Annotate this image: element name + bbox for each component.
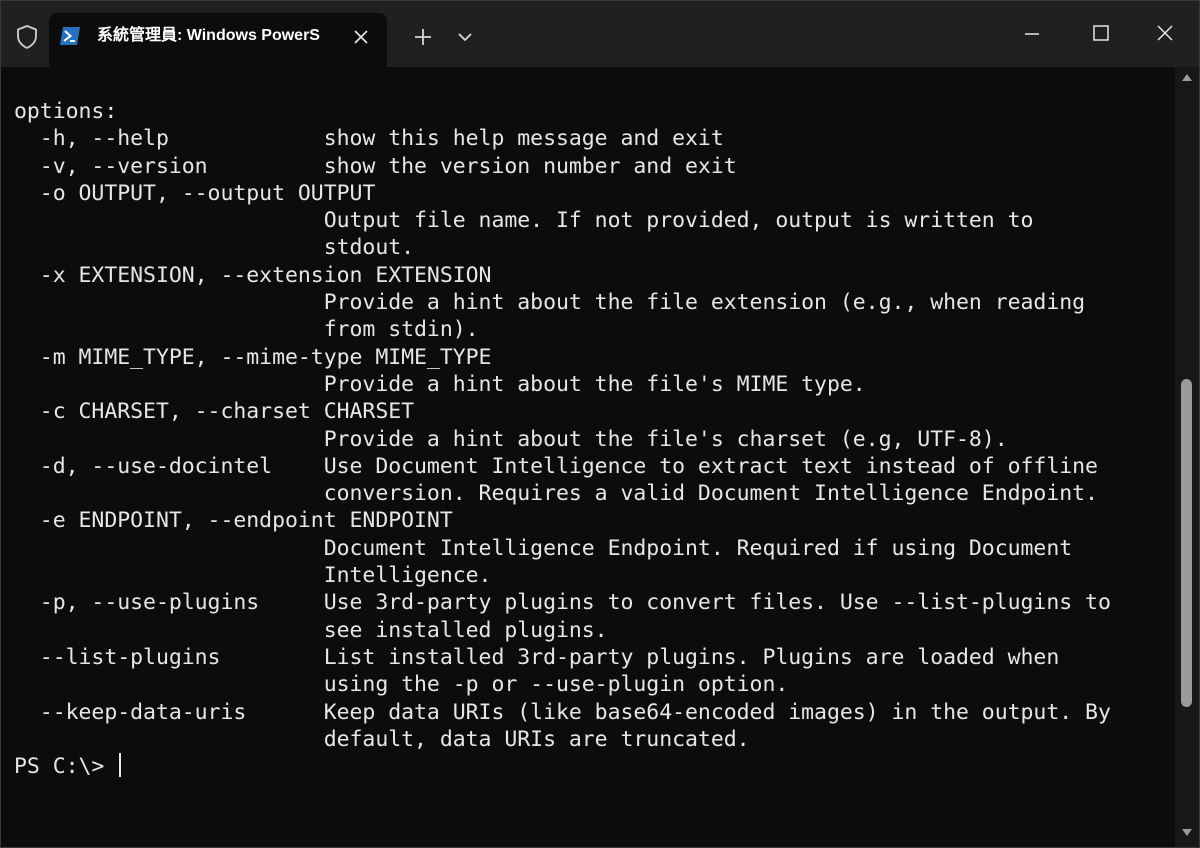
terminal-line: Provide a hint about the file's charset … <box>14 426 1008 452</box>
terminal-line: --list-plugins List installed 3rd-party … <box>14 644 1060 670</box>
terminal-line: conversion. Requires a valid Document In… <box>14 481 1098 507</box>
vertical-scrollbar[interactable] <box>1175 67 1199 847</box>
terminal-window: 系統管理員: Windows PowerS options: -h, --hel… <box>0 0 1200 848</box>
maximize-button[interactable] <box>1077 15 1125 51</box>
terminal-line: -m MIME_TYPE, --mime-type MIME_TYPE <box>14 344 492 370</box>
shield-icon <box>17 25 37 49</box>
powershell-icon <box>60 27 80 45</box>
plus-icon[interactable] <box>407 23 439 51</box>
minimize-button[interactable] <box>1007 15 1055 51</box>
terminal-line: Provide a hint about the file's MIME typ… <box>14 371 866 397</box>
scrollbar-thumb[interactable] <box>1181 379 1192 707</box>
terminal-line: see installed plugins. <box>14 617 608 643</box>
terminal-line: -c CHARSET, --charset CHARSET <box>14 399 415 425</box>
terminal-text: options: -h, --help show this help messa… <box>14 98 1111 780</box>
terminal-line: Provide a hint about the file extension … <box>14 290 1086 316</box>
terminal-line: -v, --version show the version number an… <box>14 153 737 179</box>
terminal-line: default, data URIs are truncated. <box>14 726 750 752</box>
scroll-up-arrow-icon[interactable] <box>1182 73 1192 81</box>
terminal-line: Intelligence. <box>14 563 492 589</box>
tab-powershell[interactable]: 系統管理員: Windows PowerS <box>49 13 387 67</box>
terminal-line: --keep-data-uris Keep data URIs (like ba… <box>14 699 1111 725</box>
title-bar: 系統管理員: Windows PowerS <box>1 1 1199 67</box>
terminal-output[interactable]: options: -h, --help show this help messa… <box>1 67 1173 847</box>
shell-prompt: PS C:\> <box>14 754 118 780</box>
chevron-down-icon[interactable] <box>453 25 477 49</box>
terminal-line: -p, --use-plugins Use 3rd-party plugins … <box>14 590 1111 616</box>
tab-title: 系統管理員: Windows PowerS <box>97 27 320 44</box>
terminal-line: -h, --help show this help message and ex… <box>14 126 724 152</box>
terminal-line: -e ENDPOINT, --endpoint ENDPOINT <box>14 508 453 534</box>
terminal-line: -o OUTPUT, --output OUTPUT <box>14 180 376 206</box>
terminal-line: options: <box>14 99 118 124</box>
scroll-down-arrow-icon[interactable] <box>1182 829 1192 837</box>
terminal-line: -x EXTENSION, --extension EXTENSION <box>14 262 492 288</box>
text-cursor <box>119 753 122 778</box>
terminal-line: Document Intelligence Endpoint. Required… <box>14 535 1073 561</box>
terminal-line: using the -p or --use-plugin option. <box>14 672 789 698</box>
close-window-button[interactable] <box>1141 15 1189 51</box>
close-icon[interactable] <box>349 25 373 49</box>
terminal-line: -d, --use-docintel Use Document Intellig… <box>14 453 1098 479</box>
terminal-line: from stdin). <box>14 317 479 343</box>
terminal-line: Output file name. If not provided, outpu… <box>14 208 1034 234</box>
terminal-line: stdout. <box>14 235 415 261</box>
